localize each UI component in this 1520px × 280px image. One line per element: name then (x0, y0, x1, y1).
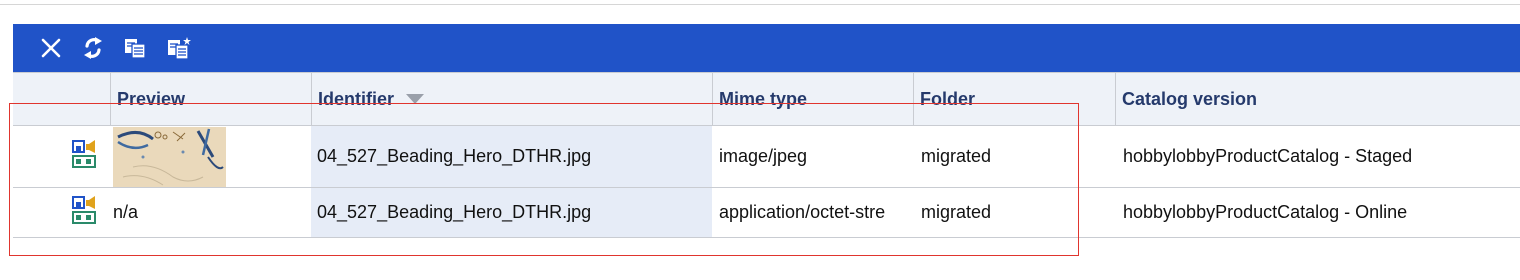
table-row[interactable]: n/a 04_527_Beading_Hero_DTHR.jpg applica… (13, 188, 1520, 238)
column-header-identifier-label: Identifier (318, 88, 395, 109)
sort-descending-icon (406, 94, 425, 104)
column-header-select[interactable] (13, 73, 110, 125)
refresh-button[interactable] (73, 28, 113, 68)
media-item-icon (71, 195, 103, 230)
mime-type-cell[interactable]: application/octet-stre (712, 188, 913, 237)
copy-icon (123, 36, 147, 60)
preview-cell (113, 126, 311, 187)
row-type-cell (65, 188, 109, 237)
column-header-folder[interactable]: Folder (913, 73, 1115, 125)
copy-button[interactable] (115, 28, 155, 68)
column-header-mime-type[interactable]: Mime type (712, 73, 913, 125)
preview-thumbnail[interactable] (113, 126, 226, 187)
identifier-cell[interactable]: 04_527_Beading_Hero_DTHR.jpg (311, 188, 712, 237)
mime-type-cell[interactable]: image/jpeg (712, 126, 913, 187)
table-row[interactable]: 04_527_Beading_Hero_DTHR.jpg image/jpeg … (13, 126, 1520, 188)
preview-unavailable-text: n/a (113, 202, 139, 222)
catalog-version-cell[interactable]: hobbylobbyProductCatalog - Online (1115, 188, 1520, 237)
close-icon (39, 36, 63, 60)
column-header-catalog-version-label: Catalog version (1122, 88, 1258, 109)
paste-new-icon (166, 36, 192, 60)
table-header: Preview Identifier Mime type Folder Cata… (13, 72, 1520, 126)
column-header-preview-label: Preview (117, 88, 186, 109)
paste-new-button[interactable] (159, 28, 199, 68)
row-type-cell (65, 126, 109, 187)
preview-cell: n/a (113, 188, 311, 237)
column-header-mime-type-label: Mime type (719, 88, 808, 109)
media-item-icon (71, 139, 103, 174)
toolbar (13, 24, 1520, 72)
folder-cell[interactable]: migrated (913, 126, 1115, 187)
catalog-version-cell[interactable]: hobbylobbyProductCatalog - Staged (1115, 126, 1520, 187)
top-divider (0, 4, 1520, 5)
folder-cell[interactable]: migrated (913, 188, 1115, 237)
column-header-preview[interactable]: Preview (110, 73, 311, 125)
refresh-icon (81, 35, 105, 61)
column-header-identifier[interactable]: Identifier (311, 73, 712, 125)
column-header-folder-label: Folder (920, 88, 976, 109)
delete-button[interactable] (31, 28, 71, 68)
column-header-catalog-version[interactable]: Catalog version (1115, 73, 1520, 125)
identifier-cell[interactable]: 04_527_Beading_Hero_DTHR.jpg (311, 126, 712, 187)
